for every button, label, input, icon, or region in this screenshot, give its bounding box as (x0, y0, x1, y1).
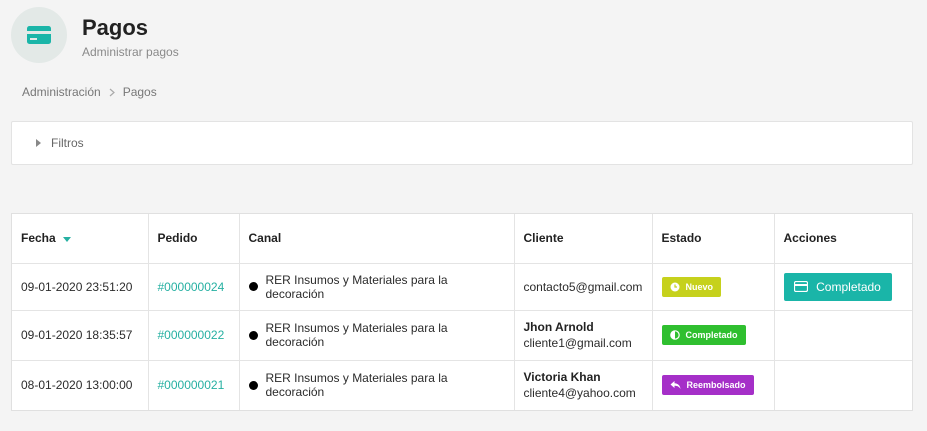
column-header-acciones: Acciones (774, 214, 912, 264)
payments-table: Fecha Pedido Canal Cliente Estado Accion… (11, 213, 913, 411)
sort-desc-icon (62, 236, 71, 242)
order-link[interactable]: #000000024 (158, 280, 225, 294)
cell-pedido: #000000021 (148, 360, 240, 410)
cell-acciones (774, 360, 912, 410)
cell-acciones: Completado (774, 263, 912, 311)
channel-dot-icon (248, 330, 258, 340)
chevron-right-icon (109, 88, 115, 97)
cell-acciones (774, 310, 912, 361)
cell-fecha: 09-01-2020 23:51:20 (12, 263, 149, 311)
cell-fecha: 09-01-2020 18:35:57 (12, 310, 149, 361)
table-row: 09-01-2020 23:51:20 #000000024 RER Insum… (12, 263, 912, 311)
page-header: Pagos Administrar pagos (11, 7, 179, 67)
breadcrumb-item-administracion[interactable]: Administración (22, 85, 101, 99)
channel-dot-icon (248, 380, 258, 390)
status-badge: Nuevo (661, 276, 722, 297)
table-row: 08-01-2020 13:00:00 #000000021 RER Insum… (12, 360, 912, 410)
page-title: Pagos (82, 15, 149, 40)
client-email: contacto5@gmail.com (523, 279, 643, 294)
column-header-cliente: Cliente (514, 214, 653, 264)
cell-estado: Reembolsado (652, 360, 775, 410)
cell-estado: Nuevo (652, 263, 775, 311)
cell-fecha: 08-01-2020 13:00:00 (12, 360, 149, 410)
cell-estado: Completado (652, 310, 775, 361)
column-header-estado: Estado (652, 214, 775, 264)
client-email: cliente4@yahoo.com (523, 386, 636, 401)
client-name: Victoria Khan (523, 370, 601, 385)
table-row: 09-01-2020 18:35:57 #000000022 RER Insum… (12, 310, 912, 361)
cell-canal: RER Insumos y Materiales para la decorac… (239, 360, 515, 410)
filters-label: Filtros (51, 136, 84, 150)
cell-canal: RER Insumos y Materiales para la decorac… (239, 310, 515, 361)
client-name: Jhon Arnold (523, 320, 594, 334)
channel-dot-icon (248, 282, 258, 291)
column-header-canal: Canal (239, 214, 515, 264)
client-email: cliente1@gmail.com (523, 336, 632, 350)
order-link[interactable]: #000000021 (158, 378, 225, 392)
cell-pedido: #000000024 (148, 263, 240, 311)
order-link[interactable]: #000000022 (158, 328, 225, 342)
breadcrumb-item-pagos: Pagos (122, 85, 157, 99)
column-header-fecha[interactable]: Fecha (12, 214, 149, 264)
cell-cliente: contacto5@gmail.com (514, 263, 653, 311)
breadcrumb: Administración Pagos (22, 85, 157, 99)
cell-cliente: Victoria Khan cliente4@yahoo.com (514, 360, 653, 410)
status-badge: Completado (661, 325, 746, 345)
clock-icon (670, 282, 679, 291)
page-subtitle: Administrar pagos (82, 45, 179, 59)
reply-icon (670, 381, 680, 390)
half-circle-icon (669, 330, 680, 340)
filters-panel[interactable]: Filtros (11, 121, 913, 165)
column-header-pedido: Pedido (148, 214, 240, 264)
caret-right-icon (36, 139, 41, 147)
credit-card-icon (794, 281, 809, 292)
cell-pedido: #000000022 (148, 310, 240, 361)
cell-cliente: Jhon Arnold cliente1@gmail.com (514, 310, 653, 361)
credit-card-icon (11, 7, 67, 63)
complete-payment-button[interactable]: Completado (783, 272, 892, 301)
cell-canal: RER Insumos y Materiales para la decorac… (239, 263, 515, 311)
status-badge: Reembolsado (661, 375, 754, 396)
